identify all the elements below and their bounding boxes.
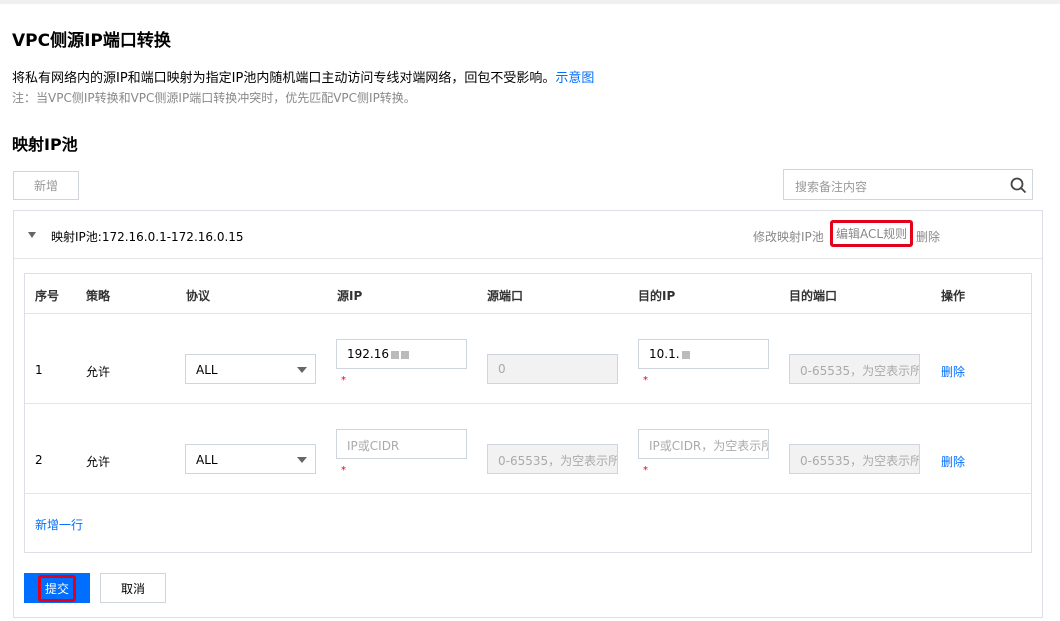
modify-pool-button[interactable]: 修改映射IP池 (753, 228, 824, 245)
page-note: 注：当VPC侧IP转换和VPC侧源IP端口转换冲突时，优先匹配VPC侧IP转换。 (12, 91, 416, 105)
src-port-placeholder: 0-65535，为空表示所有 (498, 454, 617, 468)
row-index: 1 (35, 363, 43, 377)
submit-button[interactable]: 提交 (24, 573, 90, 603)
search-box[interactable]: 搜索备注内容 (783, 169, 1033, 200)
submit-label: 提交 (37, 574, 76, 602)
edit-acl-button[interactable]: 编辑ACL规则 (830, 220, 914, 247)
protocol-select[interactable]: ALL (185, 354, 316, 384)
dst-ip-placeholder: IP或CIDR，为空表示所有 (649, 439, 768, 453)
delete-pool-button[interactable]: 删除 (916, 228, 940, 245)
header-action: 操作 (941, 289, 966, 303)
src-ip-value: 192.16 (347, 347, 409, 361)
header-src-port: 源端口 (487, 289, 524, 303)
collapse-caret-icon[interactable] (28, 232, 36, 238)
header-dst-port: 目的端口 (789, 289, 838, 303)
pool-panel-header: 映射IP池:172.16.0.1-172.16.0.15 修改映射IP池 编辑A… (14, 211, 1042, 259)
dst-port-placeholder: 0-65535，为空表示所有 (800, 364, 919, 378)
dst-ip-input[interactable]: IP或CIDR，为空表示所有 (638, 429, 769, 459)
protocol-select[interactable]: ALL (185, 444, 316, 474)
src-port-placeholder: 0 (498, 362, 506, 376)
row-index: 2 (35, 453, 43, 467)
required-mark: * (341, 465, 346, 476)
row-policy: 允许 (86, 365, 111, 379)
protocol-value: ALL (196, 453, 218, 467)
chevron-down-icon (297, 367, 307, 373)
pool-section-title: 映射IP池 (12, 135, 78, 154)
description-text: 将私有网络内的源IP和端口映射为指定IP池内随机端口主动访问专线对端网络，回包不… (12, 71, 556, 86)
header-protocol: 协议 (186, 289, 211, 303)
row-divider (25, 403, 1031, 404)
dst-port-input[interactable]: 0-65535，为空表示所有 (789, 354, 920, 384)
dst-port-input[interactable]: 0-65535，为空表示所有 (789, 444, 920, 474)
header-index: 序号 (35, 289, 60, 303)
src-port-input[interactable]: 0-65535，为空表示所有 (487, 444, 618, 474)
page-description: 将私有网络内的源IP和端口映射为指定IP池内随机端口主动访问专线对端网络，回包不… (12, 67, 594, 86)
acl-table: 序号 策略 协议 源IP 源端口 目的IP 目的端口 操作 1 允许 ALL 1… (24, 273, 1032, 553)
add-pool-button[interactable]: 新增 (13, 171, 79, 200)
header-policy: 策略 (86, 289, 111, 303)
row-policy: 允许 (86, 455, 111, 469)
required-mark: * (341, 375, 346, 386)
required-mark: * (643, 375, 648, 386)
search-input[interactable]: 搜索备注内容 (795, 178, 867, 195)
dst-port-placeholder: 0-65535，为空表示所有 (800, 454, 919, 468)
add-row-button[interactable]: 新增一行 (35, 516, 83, 533)
cancel-button[interactable]: 取消 (100, 573, 166, 603)
delete-row-button[interactable]: 删除 (941, 453, 965, 470)
dst-ip-input[interactable]: 10.1. (638, 339, 769, 369)
header-dst-ip: 目的IP (638, 289, 676, 303)
src-ip-placeholder: IP或CIDR (347, 439, 400, 453)
table-header: 序号 策略 协议 源IP 源端口 目的IP 目的端口 操作 (25, 274, 1031, 314)
src-ip-input[interactable]: IP或CIDR (336, 429, 467, 459)
page-title: VPC侧源IP端口转换 (12, 31, 171, 51)
dst-ip-value: 10.1. (649, 347, 690, 361)
search-icon[interactable] (1010, 177, 1027, 194)
src-ip-input[interactable]: 192.16 (336, 339, 467, 369)
protocol-value: ALL (196, 363, 218, 377)
chevron-down-icon (297, 457, 307, 463)
required-mark: * (643, 465, 648, 476)
src-port-input[interactable]: 0 (487, 354, 618, 384)
diagram-link[interactable]: 示意图 (555, 71, 594, 86)
pool-title: 映射IP池:172.16.0.1-172.16.0.15 (51, 230, 244, 244)
row-divider (25, 493, 1031, 494)
pool-panel: 映射IP池:172.16.0.1-172.16.0.15 修改映射IP池 编辑A… (13, 210, 1043, 618)
delete-row-button[interactable]: 删除 (941, 363, 965, 380)
top-bar (0, 0, 1060, 4)
header-src-ip: 源IP (337, 289, 363, 303)
